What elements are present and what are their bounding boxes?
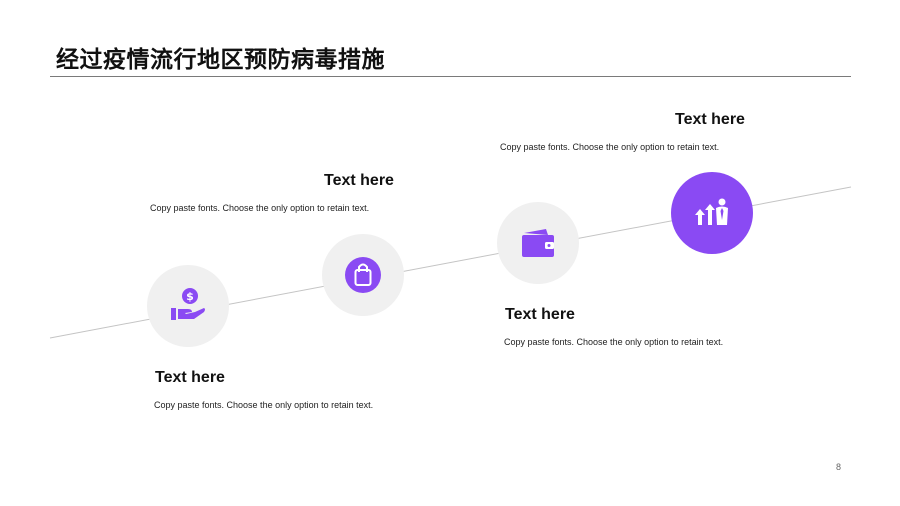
wallet-icon bbox=[522, 229, 554, 257]
step-1-description: Copy paste fonts. Choose the only option… bbox=[154, 400, 374, 410]
step-2-description: Copy paste fonts. Choose the only option… bbox=[150, 203, 370, 213]
step-3-circle bbox=[497, 202, 579, 284]
step-3-description: Copy paste fonts. Choose the only option… bbox=[504, 337, 724, 347]
step-3-heading: Text here bbox=[505, 306, 575, 323]
step-2-circle bbox=[322, 234, 404, 316]
step-4-description: Copy paste fonts. Choose the only option… bbox=[500, 142, 720, 152]
step-1-circle: $ bbox=[147, 265, 229, 347]
growth-person-icon bbox=[695, 198, 728, 225]
step-1-heading: Text here bbox=[155, 369, 225, 386]
step-4-heading: Text here bbox=[675, 111, 745, 128]
step-4-circle bbox=[671, 172, 753, 254]
trend-line bbox=[49, 186, 852, 339]
shopping-bag-icon bbox=[345, 257, 381, 293]
svg-text:$: $ bbox=[186, 290, 194, 303]
step-2-heading: Text here bbox=[324, 172, 394, 189]
page-number: 8 bbox=[836, 462, 842, 472]
money-hand-icon: $ bbox=[171, 288, 205, 320]
